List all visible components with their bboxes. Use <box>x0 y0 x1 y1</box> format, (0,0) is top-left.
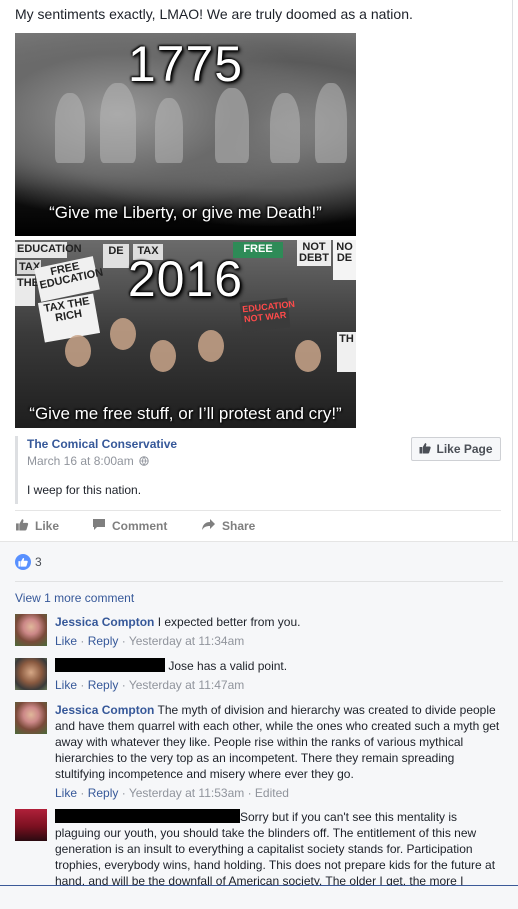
comment-button[interactable]: Comment <box>92 518 167 534</box>
shared-post-date[interactable]: March 16 at 8:00am <box>27 454 149 469</box>
comment-like-link[interactable]: Like <box>55 634 77 648</box>
comment-timestamp[interactable]: Yesterday at 11:34am <box>129 634 244 648</box>
comment-body: Sorry but if you can't see this mentalit… <box>55 809 495 885</box>
meme-image-1775[interactable]: 1775 “Give me Liberty, or give me Death!… <box>15 33 356 236</box>
shared-post: The Comical Conservative March 16 at 8:0… <box>15 432 501 508</box>
quote-bar <box>15 436 18 504</box>
view-more-comments-link[interactable]: View 1 more comment <box>15 591 134 605</box>
meme-caption-bottom: “Give me free stuff, or I’ll protest and… <box>29 404 342 423</box>
comment-label: Comment <box>112 519 168 533</box>
post-action-bar: Like Comment Share <box>15 510 501 540</box>
comment-text: Jose has a valid point. <box>168 659 288 673</box>
shared-post-text: I weep for this nation. <box>27 483 142 497</box>
comment-meta: Like · Reply · Yesterday at 11:53am · Ed… <box>55 786 289 800</box>
avatar[interactable] <box>15 614 47 646</box>
comment-edited-label[interactable]: Edited <box>255 786 289 800</box>
share-arrow-icon <box>201 518 216 534</box>
avatar[interactable] <box>15 658 47 690</box>
meme-year-top: 1775 <box>127 36 244 92</box>
redacted-name <box>55 809 240 823</box>
speech-bubble-icon <box>92 518 106 534</box>
avatar[interactable] <box>15 809 47 841</box>
thumbs-up-icon <box>419 442 432 457</box>
meme-year-bottom: 2016 <box>127 251 244 307</box>
like-reaction-icon <box>15 554 31 570</box>
protest-sign: TH <box>337 332 356 372</box>
reaction-count: 3 <box>35 555 42 569</box>
like-page-button[interactable]: Like Page <box>411 437 501 461</box>
comment-meta: Like · Reply · Yesterday at 11:34am <box>55 634 245 648</box>
reactions-summary[interactable]: 3 <box>15 554 42 570</box>
post-text: My sentiments exactly, LMAO! We are trul… <box>15 6 413 22</box>
thumbs-up-icon <box>15 518 29 534</box>
comment-reply-link[interactable]: Reply <box>88 678 119 692</box>
meme-image-2016[interactable]: EDUCATION TAX THE FREE EDUCATION TAX THE… <box>15 240 356 428</box>
comment-body: Jessica Compton I expected better from y… <box>55 614 500 630</box>
like-label: Like <box>35 519 60 533</box>
avatar[interactable] <box>15 702 47 734</box>
comment-reply-link[interactable]: Reply <box>88 634 119 648</box>
globe-icon <box>139 455 149 469</box>
comment-item: Sorry but if you can't see this mentalit… <box>15 809 495 885</box>
protester <box>198 330 224 362</box>
protester <box>65 335 91 367</box>
share-label: Share <box>222 519 256 533</box>
comment-like-link[interactable]: Like <box>55 786 77 800</box>
like-page-label: Like Page <box>436 442 493 456</box>
window-bottom-edge <box>0 885 518 886</box>
comment-timestamp[interactable]: Yesterday at 11:47am <box>129 678 244 692</box>
comments-section: 3 View 1 more comment Jessica Compton I … <box>0 541 518 909</box>
comment-body: Jose has a valid point. <box>55 658 500 674</box>
divider <box>15 581 503 582</box>
comment-body: Jessica Compton The myth of division and… <box>55 702 500 782</box>
protester <box>110 318 136 350</box>
shared-page-name-link[interactable]: The Comical Conservative <box>27 437 177 451</box>
comment-timestamp[interactable]: Yesterday at 11:53am <box>129 786 244 800</box>
redacted-name <box>55 658 165 672</box>
commenter-name-link[interactable]: Jessica Compton <box>55 703 154 717</box>
like-button[interactable]: Like <box>15 518 59 534</box>
comment-reply-link[interactable]: Reply <box>88 786 119 800</box>
meme-caption-top: “Give me Liberty, or give me Death!” <box>49 203 322 222</box>
protester <box>295 340 321 372</box>
shared-date-text: March 16 at 8:00am <box>27 454 134 468</box>
share-button[interactable]: Share <box>201 518 255 534</box>
commenter-name-link[interactable]: Jessica Compton <box>55 615 154 629</box>
comment-meta: Like · Reply · Yesterday at 11:47am <box>55 678 245 692</box>
comment-like-link[interactable]: Like <box>55 678 77 692</box>
protester <box>150 340 176 372</box>
comment-text: I expected better from you. <box>157 615 301 629</box>
